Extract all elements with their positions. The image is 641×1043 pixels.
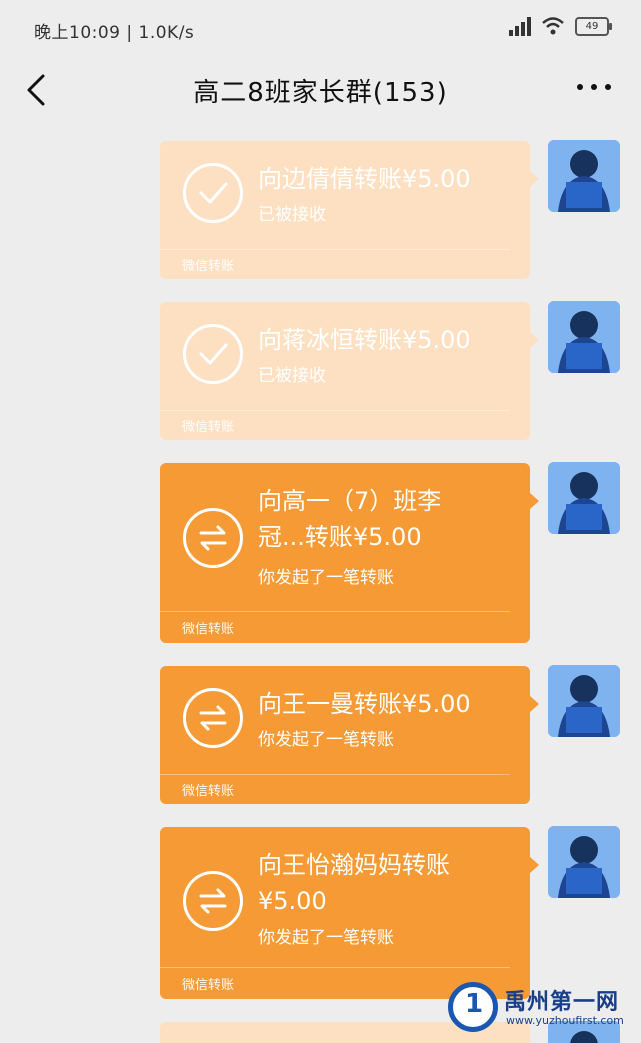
transfer-footer: 微信转账 [182, 259, 235, 274]
site-watermark: 1 禹州第一网 www.yuzhoufirst.com [448, 980, 634, 1034]
bubble-tail [530, 696, 539, 712]
divider [160, 774, 510, 775]
avatar[interactable] [548, 826, 620, 898]
chat-title: 高二8班家长群(153) [193, 78, 448, 108]
transfer-title: 向王怡瀚妈妈转账 ¥5.00 [258, 851, 450, 915]
watermark-url: www.yuzhoufirst.com [506, 1014, 624, 1027]
status-time-speed: 晚上10:09 | 1.0K/s [34, 23, 195, 43]
signal-icon [509, 16, 531, 36]
transfer-title: 向蒋冰恒转账¥5.00 [258, 326, 471, 354]
more-options-button[interactable] [577, 84, 611, 90]
transfer-status: 你发起了一笔转账 [258, 730, 394, 750]
battery-icon: 49 [575, 16, 612, 36]
avatar[interactable] [548, 301, 620, 373]
transfer-message[interactable]: 向高一（7）班李冠...转账¥5.00 你发起了一笔转账 微信转账 [160, 463, 539, 643]
wifi-icon [542, 17, 564, 35]
chat-header: 高二8班家长群(153) [0, 58, 641, 124]
status-icons: 49 [509, 16, 612, 36]
divider [160, 410, 510, 411]
transfer-footer: 微信转账 [182, 784, 235, 799]
watermark-name: 禹州第一网 [504, 990, 620, 1015]
avatar[interactable] [548, 140, 620, 212]
divider [160, 611, 510, 612]
bubble-tail [530, 171, 539, 187]
transfer-status: 已被接收 [258, 366, 326, 386]
divider [160, 249, 510, 250]
transfer-status: 你发起了一笔转账 [258, 568, 394, 588]
transfer-arrows-icon [183, 508, 243, 568]
transfer-arrows-icon [183, 688, 243, 748]
more-dot-icon [605, 84, 611, 90]
avatar[interactable] [548, 665, 620, 737]
transfer-message[interactable]: 向蒋冰恒转账¥5.00 已被接收 微信转账 [160, 302, 539, 440]
bubble-tail [530, 857, 539, 873]
check-circle-icon [183, 163, 243, 223]
transfer-title: 向边倩倩转账¥5.00 [258, 165, 471, 193]
transfer-status: 你发起了一笔转账 [258, 928, 394, 948]
divider [160, 967, 510, 968]
transfer-status: 已被接收 [258, 205, 326, 225]
watermark-logo-char: 1 [465, 989, 484, 1019]
transfer-message[interactable]: 向王一曼转账¥5.00 你发起了一笔转账 微信转账 [160, 666, 539, 804]
transfer-title: 向高一（7）班李冠...转账¥5.00 [258, 487, 442, 551]
avatar[interactable] [548, 462, 620, 534]
check-circle-icon [183, 324, 243, 384]
watermark-logo-icon: 1 [448, 982, 498, 1032]
more-dot-icon [577, 84, 583, 90]
transfer-title: 向王一曼转账¥5.00 [258, 690, 471, 718]
bubble-tail [530, 332, 539, 348]
transfer-message[interactable]: 向边倩倩转账¥5.00 已被接收 微信转账 [160, 141, 539, 279]
transfer-arrows-icon [183, 871, 243, 931]
transfer-message[interactable]: 向王怡瀚妈妈转账 ¥5.00 你发起了一笔转账 微信转账 [160, 827, 539, 999]
transfer-footer: 微信转账 [182, 622, 235, 637]
more-dot-icon [591, 84, 597, 90]
bubble-tail [530, 493, 539, 509]
status-bar: 晚上10:09 | 1.0K/s 49 [0, 0, 641, 58]
transfer-footer: 微信转账 [182, 978, 235, 993]
transfer-footer: 微信转账 [182, 420, 235, 435]
